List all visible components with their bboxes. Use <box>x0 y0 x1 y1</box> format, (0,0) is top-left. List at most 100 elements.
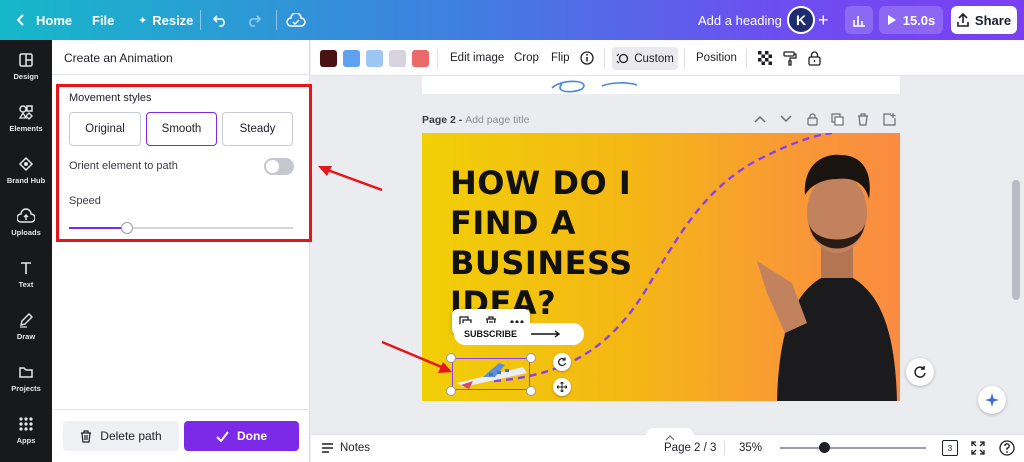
lock-icon <box>806 112 818 126</box>
undo-button[interactable] <box>212 0 228 40</box>
edit-image-button[interactable]: Edit image <box>450 40 504 76</box>
shapes-icon <box>18 104 33 120</box>
duration-label: 15.0s <box>902 12 936 28</box>
cloud-save-button[interactable] <box>286 0 306 40</box>
heading-title[interactable]: Add a heading <box>698 0 782 40</box>
rail-item-elements[interactable]: Elements <box>0 94 52 142</box>
folder-icon <box>19 366 33 378</box>
custom-animation-button[interactable]: Custom <box>612 47 678 70</box>
orient-toggle[interactable] <box>264 158 294 175</box>
resize-handle[interactable] <box>526 353 536 363</box>
style-steady-button[interactable]: Steady <box>222 112 293 146</box>
canvas-scrollbar[interactable] <box>1012 180 1020 300</box>
rail-item-projects[interactable]: Projects <box>0 354 52 402</box>
delete-page-button[interactable] <box>856 112 870 126</box>
rotate-icon <box>558 357 567 367</box>
crop-button[interactable]: Crop <box>514 40 539 76</box>
notes-button[interactable]: Notes <box>321 434 370 462</box>
delete-path-button[interactable]: Delete path <box>63 421 179 451</box>
copy-style-button[interactable] <box>783 40 797 76</box>
flip-button[interactable]: Flip <box>551 40 570 76</box>
brand-icon <box>18 156 34 171</box>
rail-item-brand-hub[interactable]: Brand Hub <box>0 146 52 194</box>
divider <box>52 74 310 75</box>
help-button[interactable] <box>999 434 1015 462</box>
rail-item-text[interactable]: Text <box>0 250 52 298</box>
subscribe-label: SUBSCRIBE <box>464 329 518 339</box>
fullscreen-button[interactable] <box>971 434 985 462</box>
pen-icon <box>20 312 33 328</box>
share-button[interactable]: Share <box>951 6 1017 34</box>
zoom-slider-track[interactable] <box>780 447 926 449</box>
movement-styles-label: Movement styles <box>69 92 152 104</box>
duplicate-page-button[interactable] <box>830 112 844 126</box>
ai-refresh-button[interactable] <box>906 358 934 386</box>
resize-button[interactable]: ✦ Resize <box>138 0 193 40</box>
style-smooth-button[interactable]: Smooth <box>146 112 217 146</box>
selected-element-frame[interactable] <box>452 358 530 390</box>
bar-chart-icon <box>853 16 865 27</box>
airplane-graphic <box>457 363 527 389</box>
zoom-level[interactable]: 35% <box>739 434 762 462</box>
custom-label: Custom <box>634 52 674 65</box>
divider <box>276 10 277 30</box>
home-button[interactable]: Home <box>14 0 72 40</box>
rotate-handle[interactable] <box>553 353 571 371</box>
rail-item-design[interactable]: Design <box>0 42 52 90</box>
pages-icon: 3 <box>942 440 958 456</box>
redo-button[interactable] <box>246 0 262 40</box>
page-title-input[interactable]: Add page title <box>465 114 529 126</box>
rail-item-apps[interactable]: Apps <box>0 406 52 454</box>
add-collaborator-button[interactable]: + <box>818 0 829 40</box>
move-page-up-button[interactable] <box>753 112 767 126</box>
page-1-preview[interactable] <box>422 76 900 94</box>
notes-label: Notes <box>340 442 371 454</box>
move-page-down-button[interactable] <box>779 112 793 126</box>
speed-slider-thumb[interactable] <box>121 222 133 234</box>
scribble-graphic <box>551 80 638 93</box>
magic-assistant-button[interactable] <box>978 386 1006 414</box>
left-rail: Design Elements Brand Hub Uploads Text D… <box>0 40 52 462</box>
subscribe-graphic[interactable]: SUBSCRIBE <box>454 323 584 345</box>
style-original-button[interactable]: Original <box>69 112 141 146</box>
color-swatch[interactable] <box>343 50 360 67</box>
done-button[interactable]: Done <box>184 421 299 451</box>
rail-label: Projects <box>11 383 41 393</box>
rail-item-uploads[interactable]: Uploads <box>0 198 52 246</box>
color-swatch[interactable] <box>366 50 383 67</box>
divider <box>724 441 725 455</box>
lock-button[interactable] <box>808 40 821 76</box>
file-menu[interactable]: File <box>92 0 114 40</box>
rail-label: Brand Hub <box>6 175 46 185</box>
upload-icon <box>17 207 35 223</box>
zoom-slider-thumb[interactable] <box>819 442 830 453</box>
page-grid-button[interactable]: 3 <box>942 434 958 462</box>
done-label: Done <box>237 429 267 443</box>
divider <box>52 409 310 410</box>
add-page-icon <box>882 112 896 126</box>
color-swatch[interactable] <box>320 50 337 67</box>
rail-label: Text <box>18 279 34 289</box>
rail-item-draw[interactable]: Draw <box>0 302 52 350</box>
position-button[interactable]: Position <box>696 40 737 76</box>
info-button[interactable] <box>580 40 594 76</box>
lock-icon <box>808 50 821 66</box>
lock-page-button[interactable] <box>805 112 819 126</box>
insights-button[interactable] <box>845 6 873 34</box>
page-indicator[interactable]: Page 2 / 3 <box>664 434 716 462</box>
color-swatch[interactable] <box>389 50 406 67</box>
paint-roller-icon <box>783 50 797 66</box>
avatar[interactable]: K <box>787 6 815 34</box>
play-button[interactable]: 15.0s <box>879 6 943 34</box>
top-bar: Home File ✦ Resize Add a heading K + 15.… <box>0 0 1024 40</box>
design-page-2[interactable]: HOW DO I FIND A BUSINESS IDEA? SUBSCRIBE <box>422 133 900 401</box>
transparency-button[interactable] <box>758 40 772 76</box>
orient-label: Orient element to path <box>69 160 178 172</box>
move-handle[interactable] <box>553 378 571 396</box>
upload-icon <box>957 13 969 27</box>
color-swatch[interactable] <box>412 50 429 67</box>
resize-handle[interactable] <box>526 386 536 396</box>
add-page-button[interactable] <box>882 112 896 126</box>
sparkle-icon: ✦ <box>138 14 148 27</box>
resize-handle[interactable] <box>446 386 456 396</box>
